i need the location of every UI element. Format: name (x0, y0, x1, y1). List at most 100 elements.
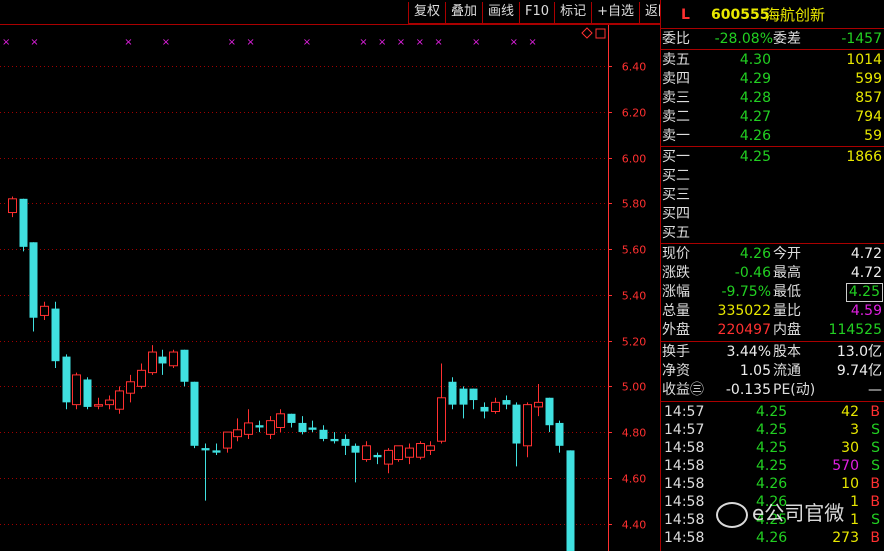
stock-code: 600555 (711, 7, 770, 23)
jinkai-label: 今开 (773, 246, 801, 262)
y-tick-label: 5.80 (622, 198, 647, 211)
candle-body-down (19, 198, 28, 247)
candle-body-up (276, 413, 285, 429)
candle-body-up (523, 404, 532, 447)
candle-body-up (8, 198, 17, 214)
tick-time: 14:58 (664, 530, 705, 546)
candle-body-up (94, 404, 103, 407)
bid-level: 买三 (661, 186, 884, 205)
tick-price: 4.25 (756, 422, 788, 438)
jinkai-value: 4.72 (850, 246, 882, 262)
tick-price: 4.25 (756, 458, 788, 474)
tick-side: B (870, 530, 880, 546)
level-label: 卖三 (662, 90, 690, 106)
event-marker: × (510, 37, 518, 48)
candle-body-down (469, 388, 478, 401)
tick-side: B (870, 404, 880, 420)
huanshou-value: 3.44% (726, 344, 771, 360)
candle-body-up (384, 449, 393, 465)
tick-volume: 1 (850, 512, 859, 528)
ask-level: 卖五 4.30 1014 (661, 51, 884, 70)
bid-level: 买四 (661, 205, 884, 224)
event-marker: × (528, 37, 536, 48)
shouyi-label[interactable]: 收益㊂ (662, 381, 704, 400)
tick-volume: 3 (850, 422, 859, 438)
quote-row-xianjia: 现价 4.26 今开 4.72 (661, 245, 884, 264)
candle-body-up (266, 420, 275, 435)
candle-body-down (201, 448, 210, 451)
watermark: e公司官微 (716, 497, 844, 528)
zhangdie-label: 涨跌 (662, 265, 690, 281)
candle-body-down (62, 356, 71, 403)
divider (661, 49, 884, 50)
quote-row-waipan: 外盘 220497 内盘 114525 (661, 321, 884, 340)
y-tick-label: 4.40 (622, 519, 647, 532)
candle-body-down (158, 356, 167, 364)
pe-label: PE(动) (773, 382, 816, 398)
level-label: 买四 (662, 206, 690, 222)
fund-row-jingzi: 净资 1.05 流通 9.74亿 (661, 362, 884, 381)
event-marker: × (303, 37, 311, 48)
candle-body-down (212, 450, 221, 453)
divider (661, 28, 884, 29)
event-marker: × (472, 37, 480, 48)
tick-row: 14:58 4.25 570 S (661, 457, 884, 475)
quote-row-zhangfu: 涨幅 -9.75% 最低 4.25 (661, 283, 884, 302)
xianjia-label: 现价 (662, 246, 690, 262)
candle-body-up (362, 445, 371, 461)
shouyi-value: -0.135 (725, 382, 771, 398)
y-tick-label: 5.20 (622, 336, 647, 349)
weibi-row: 委比 -28.08% 委差 -1457 (661, 30, 884, 49)
xianjia-value: 4.26 (739, 246, 771, 262)
kline-chart-area[interactable]: 复权 叠加 画线 F10 标记 +自选 返回 6.40 6.20 6.00 5.80 5… (0, 0, 678, 551)
level-price: 4.26 (739, 128, 771, 144)
tick-side: B (870, 494, 880, 510)
bid-level: 买五 (661, 224, 884, 243)
liangbi-value: 4.59 (850, 303, 882, 319)
market-flag: L (681, 7, 690, 23)
neipan-label: 内盘 (773, 322, 801, 338)
tick-side: S (871, 512, 880, 528)
jingzi-value: 1.05 (739, 363, 771, 379)
tick-price: 4.26 (756, 476, 788, 492)
zuigao-value: 4.72 (850, 265, 882, 281)
tick-row: 14:58 4.26 10 B (661, 475, 884, 493)
y-tick-label: 5.60 (622, 244, 647, 257)
y-tick-label: 5.00 (622, 381, 647, 394)
fund-row-shouyi: 收益㊂ -0.135 PE(动) — (661, 381, 884, 400)
liangbi-label: 量比 (773, 303, 801, 319)
candle-body-down (83, 379, 92, 407)
candle-body-up (534, 401, 543, 408)
y-tick-label: 4.80 (622, 427, 647, 440)
level-price: 4.28 (739, 90, 771, 106)
candle-body-down (351, 445, 360, 453)
event-marker: × (416, 37, 424, 48)
tick-side: S (871, 458, 880, 474)
ask-level: 卖三 4.28 857 (661, 89, 884, 108)
tick-volume: 1 (850, 494, 859, 510)
quote-panel: L 600555 海航创新 委比 -28.08% 委差 -1457 卖五 4.30… (660, 0, 884, 551)
guben-value: 13.0亿 (836, 344, 882, 360)
level-label: 卖四 (662, 71, 690, 87)
event-marker: × (378, 37, 386, 48)
level-price: 4.29 (739, 71, 771, 87)
tick-row: 14:58 4.25 30 S (661, 439, 884, 457)
candle-body-up (137, 369, 146, 387)
zongliang-label: 总量 (662, 303, 690, 319)
level-price: 4.25 (739, 149, 771, 165)
level-volume: 599 (855, 71, 882, 87)
tick-time: 14:58 (664, 476, 705, 492)
zhangdie-value: -0.46 (734, 265, 771, 281)
level-volume: 794 (855, 109, 882, 125)
tick-volume: 30 (841, 440, 859, 456)
candle-body-down (330, 438, 339, 442)
divider (661, 341, 884, 342)
waipan-label: 外盘 (662, 322, 690, 338)
candle-body-down (545, 397, 554, 426)
candle-body-down (190, 381, 199, 446)
event-marker: × (2, 37, 10, 48)
waipan-value: 220497 (717, 322, 771, 338)
weicha-label: 委差 (773, 31, 801, 47)
zhangfu-value: -9.75% (721, 284, 771, 300)
pe-value: — (868, 382, 882, 398)
